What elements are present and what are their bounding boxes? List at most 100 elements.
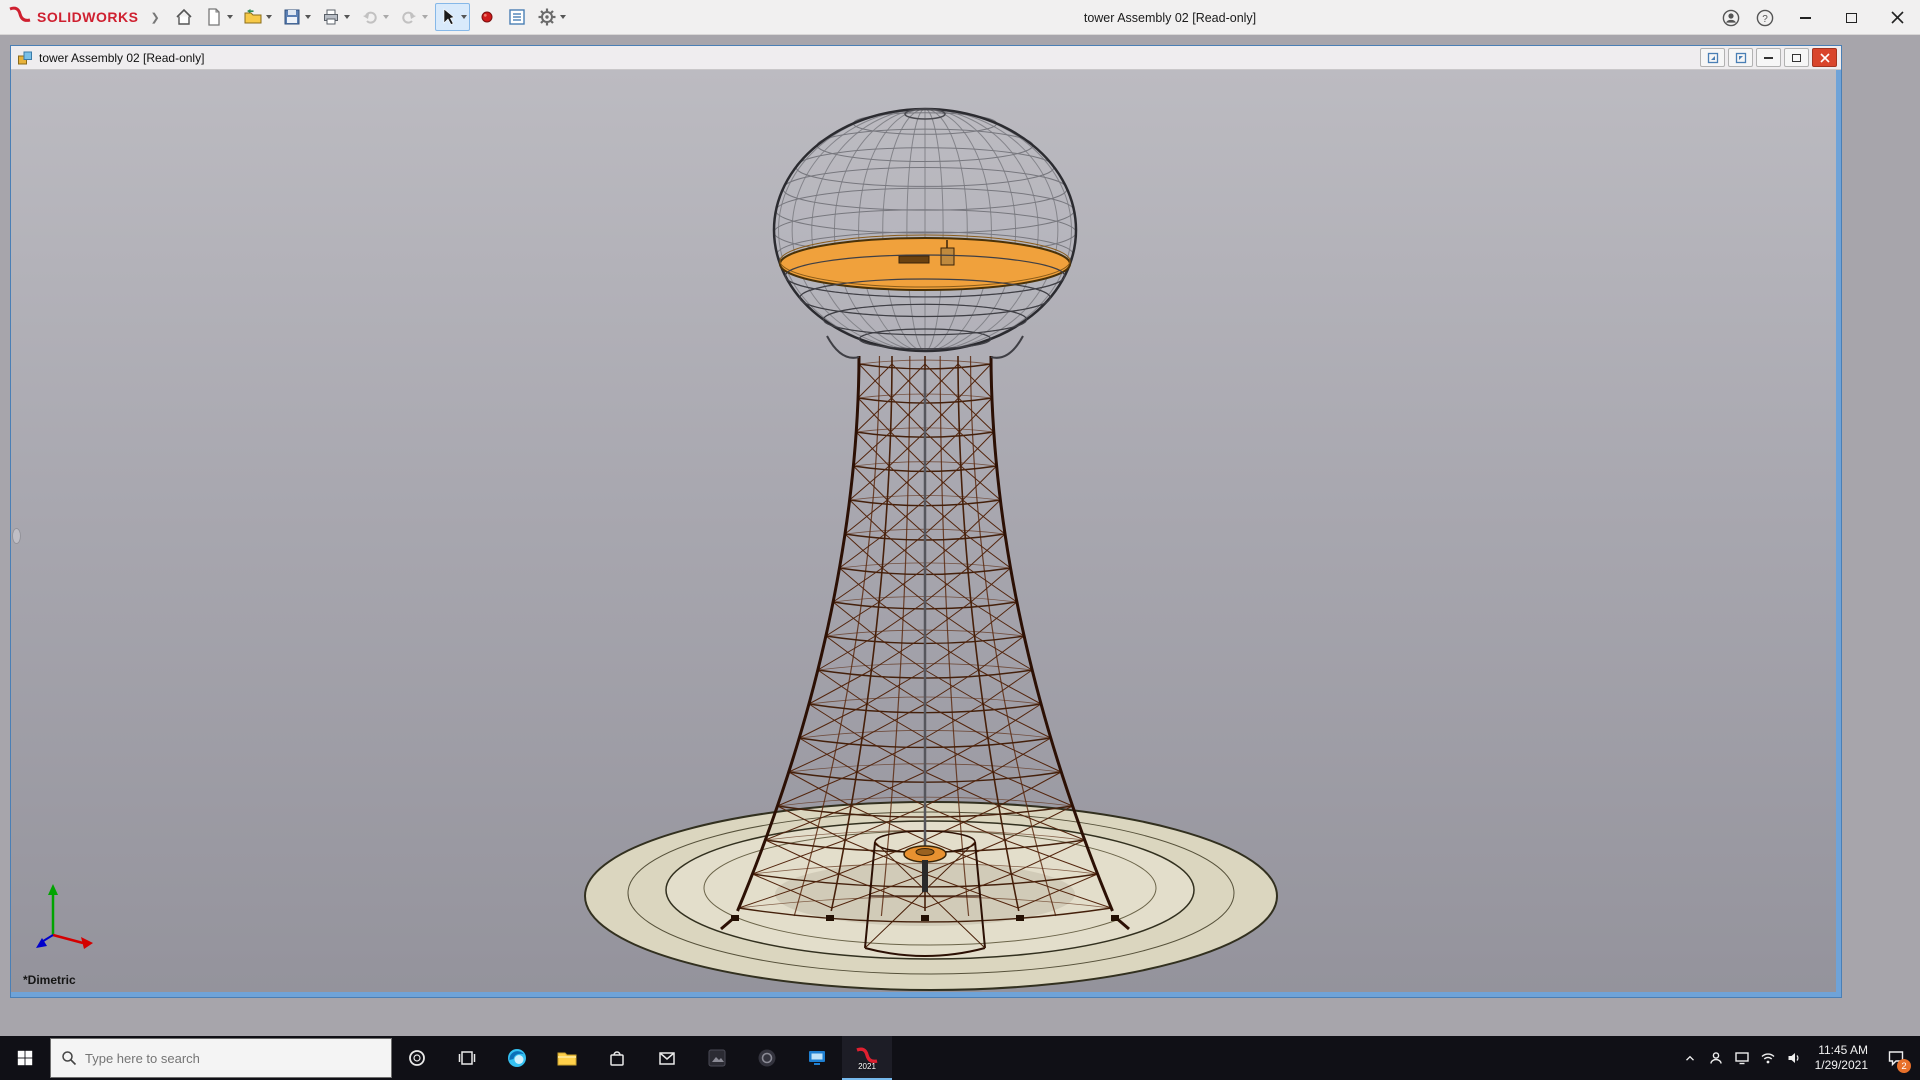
maximize-button[interactable] bbox=[1828, 0, 1874, 35]
start-icon bbox=[16, 1049, 34, 1067]
home-button[interactable] bbox=[171, 3, 197, 31]
file-explorer-icon bbox=[556, 1047, 578, 1069]
close-icon bbox=[1820, 53, 1830, 63]
chevron-down-icon bbox=[560, 15, 566, 19]
minimize-button[interactable] bbox=[1782, 0, 1828, 35]
task-view-icon bbox=[457, 1048, 477, 1068]
properties-list-icon bbox=[507, 7, 527, 27]
chevron-down-icon bbox=[266, 15, 272, 19]
chevron-down-icon bbox=[344, 15, 350, 19]
help-button[interactable]: ? bbox=[1748, 0, 1782, 35]
store-icon bbox=[607, 1048, 627, 1068]
red-sphere-icon bbox=[479, 9, 495, 25]
help-icon: ? bbox=[1755, 8, 1775, 28]
action-center-button[interactable]: 2 bbox=[1876, 1036, 1916, 1080]
settings-button[interactable] bbox=[534, 3, 569, 31]
people-tray-button[interactable] bbox=[1703, 1036, 1729, 1080]
solidworks-logo-icon bbox=[8, 5, 32, 30]
save-icon bbox=[282, 7, 302, 27]
chevron-down-icon bbox=[461, 15, 467, 19]
doc-split-icon bbox=[1735, 52, 1747, 64]
window-edge-bottom bbox=[11, 992, 1836, 997]
window-edge-right bbox=[1836, 70, 1841, 997]
display-icon bbox=[1734, 1050, 1750, 1066]
task-view-button[interactable] bbox=[442, 1036, 492, 1080]
tower-3d-model[interactable] bbox=[11, 70, 1836, 992]
minimize-icon bbox=[1764, 57, 1773, 59]
wifi-icon bbox=[1760, 1050, 1776, 1066]
photos-button[interactable] bbox=[692, 1036, 742, 1080]
doc-restore-button[interactable] bbox=[1784, 48, 1809, 67]
feature-panel-handle[interactable] bbox=[12, 528, 21, 544]
account-icon bbox=[1721, 8, 1741, 28]
close-button[interactable] bbox=[1874, 0, 1920, 35]
cortana-icon bbox=[407, 1048, 427, 1068]
wifi-tray-button[interactable] bbox=[1755, 1036, 1781, 1080]
edge-icon bbox=[506, 1047, 528, 1069]
people-icon bbox=[1708, 1050, 1724, 1066]
media-app-button[interactable] bbox=[792, 1036, 842, 1080]
windows-taskbar: 2021 11:45 AM 1/29/2021 2 bbox=[0, 1036, 1920, 1080]
doc-arrange-icon bbox=[1707, 52, 1719, 64]
redo-icon bbox=[399, 7, 419, 27]
properties-button[interactable] bbox=[504, 3, 530, 31]
skype-icon bbox=[756, 1047, 778, 1069]
minimize-icon bbox=[1800, 17, 1811, 19]
account-button[interactable] bbox=[1714, 0, 1748, 35]
tray-date: 1/29/2021 bbox=[1815, 1058, 1868, 1073]
print-button[interactable] bbox=[318, 3, 353, 31]
x-axis-icon bbox=[53, 935, 83, 943]
doc-close-button[interactable] bbox=[1812, 48, 1837, 67]
doc-minimize-button[interactable] bbox=[1756, 48, 1781, 67]
edge-button[interactable] bbox=[492, 1036, 542, 1080]
media-app-icon bbox=[806, 1047, 828, 1069]
svg-text:?: ? bbox=[1762, 14, 1768, 25]
3d-viewport[interactable]: *Dimetric bbox=[11, 70, 1836, 992]
chevron-down-icon bbox=[422, 15, 428, 19]
open-button[interactable] bbox=[240, 3, 275, 31]
cortana-button[interactable] bbox=[392, 1036, 442, 1080]
search-icon bbox=[61, 1050, 77, 1066]
photos-icon bbox=[706, 1047, 728, 1069]
menu-expand-icon[interactable]: ❯ bbox=[150, 11, 159, 24]
store-button[interactable] bbox=[592, 1036, 642, 1080]
tray-clock[interactable]: 11:45 AM 1/29/2021 bbox=[1807, 1043, 1876, 1073]
undo-button[interactable] bbox=[357, 3, 392, 31]
mail-icon bbox=[657, 1048, 677, 1068]
home-icon bbox=[174, 7, 194, 27]
document-title: tower Assembly 02 [Read-only] bbox=[39, 51, 204, 65]
tray-expand-icon bbox=[1683, 1051, 1697, 1065]
volume-tray-button[interactable] bbox=[1781, 1036, 1807, 1080]
tray-expand-button[interactable] bbox=[1677, 1036, 1703, 1080]
orientation-triad[interactable] bbox=[27, 879, 107, 964]
print-icon bbox=[321, 7, 341, 27]
select-cursor-icon bbox=[438, 7, 458, 27]
mail-button[interactable] bbox=[642, 1036, 692, 1080]
view-orientation-label: *Dimetric bbox=[23, 973, 76, 987]
search-input[interactable] bbox=[85, 1051, 355, 1066]
taskbar-search[interactable] bbox=[50, 1038, 392, 1078]
redo-button[interactable] bbox=[396, 3, 431, 31]
volume-icon bbox=[1786, 1050, 1802, 1066]
document-titlebar[interactable]: tower Assembly 02 [Read-only] bbox=[11, 46, 1841, 70]
chevron-down-icon bbox=[227, 15, 233, 19]
restore-icon bbox=[1792, 54, 1801, 62]
notification-badge: 2 bbox=[1897, 1059, 1911, 1073]
solidworks-logo: SOLIDWORKS bbox=[8, 5, 138, 30]
doc-pin-button[interactable] bbox=[1700, 48, 1725, 67]
assembly-document-icon bbox=[17, 50, 33, 66]
save-button[interactable] bbox=[279, 3, 314, 31]
display-tray-button[interactable] bbox=[1729, 1036, 1755, 1080]
maximize-icon bbox=[1846, 13, 1857, 23]
select-tool-button[interactable] bbox=[435, 3, 470, 31]
document-window: tower Assembly 02 [Read-only] bbox=[10, 45, 1842, 998]
app-title: tower Assembly 02 [Read-only] bbox=[1084, 0, 1256, 35]
red-sphere-tool-button[interactable] bbox=[474, 3, 500, 31]
skype-button[interactable] bbox=[742, 1036, 792, 1080]
new-document-button[interactable] bbox=[201, 3, 236, 31]
solidworks-taskbar-button[interactable]: 2021 bbox=[842, 1036, 892, 1080]
app-titlebar: SOLIDWORKS ❯ bbox=[0, 0, 1920, 35]
file-explorer-button[interactable] bbox=[542, 1036, 592, 1080]
start-button[interactable] bbox=[0, 1036, 50, 1080]
doc-split-button[interactable] bbox=[1728, 48, 1753, 67]
